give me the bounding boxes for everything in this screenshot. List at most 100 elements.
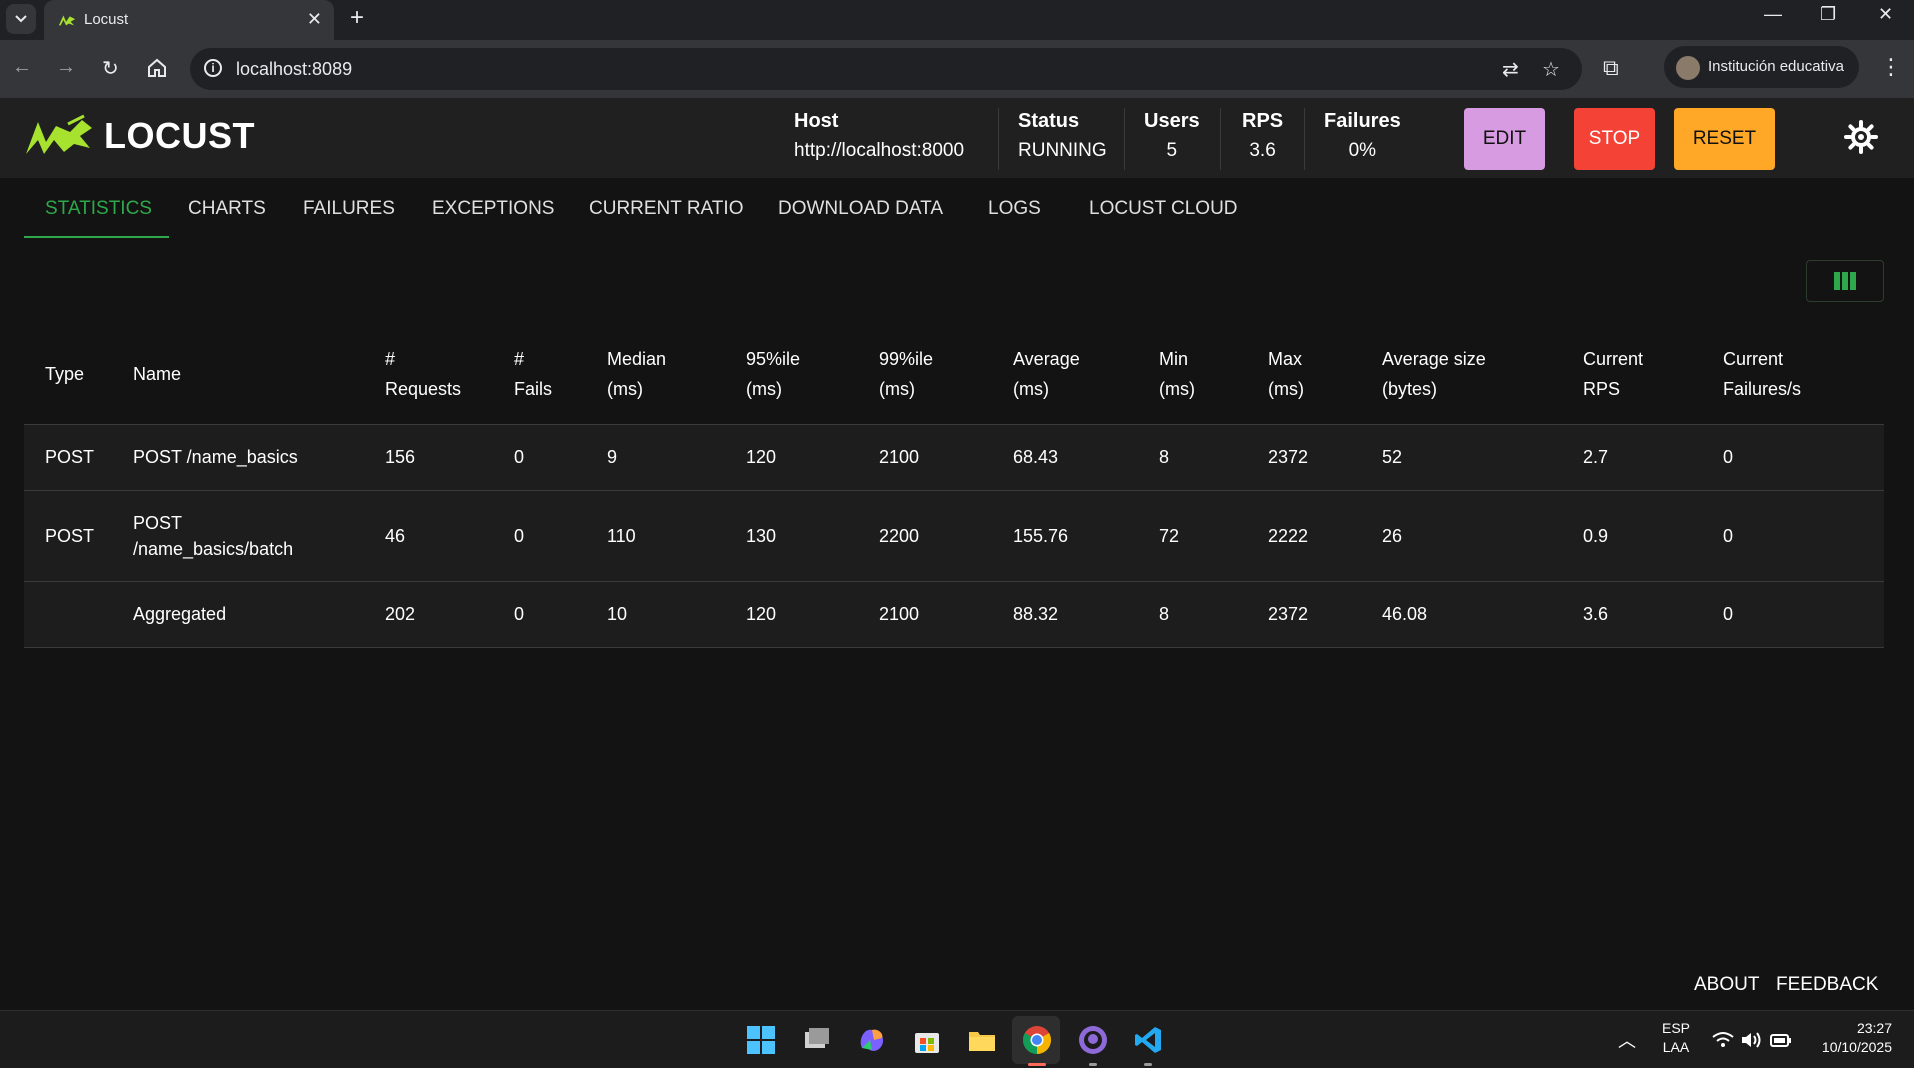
forward-icon[interactable]: → [56,56,76,79]
tab-locust-cloud[interactable]: LOCUST CLOUD [1089,198,1238,220]
app-header: LOCUST Host http://localhost:8000 Status… [0,98,1914,178]
chrome-icon[interactable] [1021,1024,1053,1056]
theme-toggle-icon[interactable] [1844,120,1878,154]
status-value: RUNNING [1018,140,1107,161]
col-min[interactable]: Min (ms) [1159,344,1195,404]
cell-average: 68.43 [1013,447,1059,467]
cell-current-rps: 0.9 [1583,526,1609,546]
users-label: Users [1144,110,1200,132]
browser-menu-icon[interactable]: ⋮ [1880,54,1902,80]
reset-button[interactable]: RESET [1674,108,1775,170]
cell-average: 155.76 [1013,526,1069,546]
col-type[interactable]: Type [45,359,84,389]
file-explorer-icon[interactable] [966,1024,998,1056]
cell-requests: 46 [385,526,406,546]
view-columns-icon [1834,272,1856,290]
tab-statistics[interactable]: STATISTICS [45,198,152,220]
reload-icon[interactable]: ↻ [102,56,119,81]
col-median[interactable]: Median (ms) [607,344,666,404]
cell-median: 9 [607,447,618,467]
rps-stat: RPS 3.6 [1242,110,1283,162]
cell-name: POST /name_basics [133,447,298,467]
cell-name: Aggregated [133,604,227,624]
window-close-icon[interactable]: ✕ [1878,4,1893,25]
col-current-rps[interactable]: Current RPS [1583,344,1643,404]
locust-logo-icon [26,114,92,154]
table-header: Type Name # Requests # Fails Median (ms) 95… [24,330,1884,424]
cell-type: POST [45,447,95,467]
address-bar[interactable]: i localhost:8089 ⇄ ☆ [190,48,1582,90]
cell-99ile: 2100 [879,447,920,467]
tab-search-button[interactable] [6,4,36,34]
volume-icon[interactable] [1740,1030,1762,1050]
table-row: POST POST /name_basics 156 0 9 120 2100 … [24,424,1884,490]
extensions-icon[interactable]: ⧉ [1603,55,1619,81]
browser-tab-locust[interactable]: Locust ✕ [44,0,334,40]
vscode-icon[interactable] [1132,1024,1164,1056]
minimize-icon[interactable]: — [1764,4,1782,25]
restore-icon[interactable]: ❐ [1820,4,1836,25]
copilot-icon[interactable] [856,1024,888,1056]
cell-95ile: 130 [746,526,777,546]
edit-button[interactable]: EDIT [1464,108,1545,170]
language-indicator[interactable]: ESP LAA [1662,1019,1690,1057]
logo-text: LOCUST [104,115,255,156]
battery-icon[interactable] [1770,1030,1792,1050]
app-running-indicator [1144,1063,1152,1066]
col-95ile[interactable]: 95%ile (ms) [746,344,800,404]
home-icon[interactable] [146,57,168,79]
microsoft-store-icon[interactable] [911,1024,943,1056]
about-link[interactable]: ABOUT [1694,974,1759,996]
tab-failures[interactable]: FAILURES [303,198,395,220]
col-average[interactable]: Average (ms) [1013,344,1080,404]
status-label: Status [1018,110,1080,132]
bookmark-star-icon[interactable]: ☆ [1542,57,1560,82]
col-max[interactable]: Max (ms) [1268,344,1304,404]
cell-median: 10 [607,604,628,624]
windows-start-icon[interactable] [745,1024,777,1056]
divider [1304,108,1305,170]
failures-label: Failures [1324,110,1401,132]
browser-toolbar: ← → ↻ i localhost:8089 ⇄ ☆ ⧉ Institución… [0,40,1914,98]
col-current-failures[interactable]: Current Failures/s [1723,344,1801,404]
table-row-aggregated: Aggregated 202 0 10 120 2100 88.32 8 237… [24,581,1884,648]
cell-fails: 0 [514,604,525,624]
stop-button[interactable]: STOP [1574,108,1655,170]
tab-exceptions[interactable]: EXCEPTIONS [432,198,554,220]
col-name[interactable]: Name [133,359,181,389]
chevron-up-icon[interactable]: ︿ [1618,1027,1636,1053]
back-icon[interactable]: ← [12,56,32,79]
col-99ile[interactable]: 99%ile (ms) [879,344,933,404]
active-tab-indicator [24,236,169,238]
failures-stat: Failures 0% [1324,110,1401,162]
tab-current-ratio[interactable]: CURRENT RATIO [589,198,743,220]
cell-99ile: 2200 [879,526,920,546]
divider [1124,108,1125,170]
col-fails[interactable]: # Fails [514,344,552,404]
tab-charts[interactable]: CHARTS [188,198,266,220]
clock[interactable]: 23:27 10/10/2025 [1812,1019,1892,1057]
github-desktop-icon[interactable] [1077,1024,1109,1056]
tab-title: Locust [84,11,129,28]
cell-fails: 0 [514,526,525,546]
divider [1220,108,1221,170]
divider [998,108,999,170]
col-average-size[interactable]: Average size (bytes) [1382,344,1486,404]
wifi-icon[interactable] [1712,1031,1734,1049]
cell-current-failures: 0 [1723,447,1734,467]
host-value: http://localhost:8000 [794,140,965,161]
col-requests[interactable]: # Requests [385,344,461,404]
tab-logs[interactable]: LOGS [988,198,1041,220]
new-tab-button[interactable]: + [350,4,364,32]
task-view-icon[interactable] [801,1024,833,1056]
feedback-link[interactable]: FEEDBACK [1776,974,1878,996]
tab-download-data[interactable]: DOWNLOAD DATA [778,198,943,220]
cell-current-failures: 0 [1723,604,1734,624]
tab-close-icon[interactable]: ✕ [307,9,322,30]
column-selector-button[interactable] [1806,260,1884,302]
profile-button[interactable]: Institución educativa [1664,46,1859,88]
translate-icon[interactable]: ⇄ [1502,57,1519,82]
app-running-indicator [1089,1063,1097,1066]
site-info-icon[interactable]: i [204,59,222,77]
cell-95ile: 120 [746,604,777,624]
